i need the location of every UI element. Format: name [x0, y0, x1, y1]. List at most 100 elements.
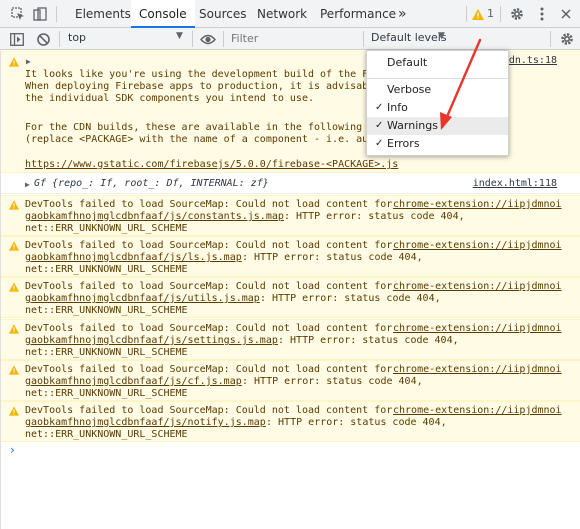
eye-icon[interactable] [199, 30, 217, 48]
checkmark-icon: ✓ [375, 138, 384, 149]
tab-sources[interactable]: Sources [191, 0, 254, 28]
console-warning-message: DevTools failed to load SourceMap: Could… [1, 360, 580, 401]
close-icon[interactable] [557, 5, 575, 23]
console-toolbar: top ▼ Default levels ▼ [0, 28, 580, 50]
tab-elements[interactable]: Elements [67, 0, 139, 28]
menu-divider [367, 78, 508, 79]
message-text: DevTools failed to load SourceMap: Could… [25, 240, 399, 251]
tab-divider [56, 6, 57, 22]
expand-triangle-icon[interactable]: ▶ [26, 56, 31, 68]
console-warning-message: DevTools failed to load SourceMap: Could… [1, 277, 580, 318]
toolbar-divider [550, 31, 551, 47]
message-text: net::ERR_UNKNOWN_URL_SCHEME [25, 223, 188, 234]
log-levels-menu: Default Verbose ✓ Info ✓ Warnings ✓ Errors [366, 50, 509, 156]
inspect-icon[interactable] [9, 5, 27, 23]
warning-icon [9, 200, 19, 210]
console-settings-icon[interactable] [558, 30, 576, 48]
device-toggle-icon[interactable] [31, 5, 49, 23]
expand-triangle-icon[interactable]: ▶ [25, 179, 30, 191]
message-text: net::ERR_UNKNOWN_URL_SCHEME [25, 305, 188, 316]
more-tabs-button[interactable]: » [390, 0, 415, 28]
tab-network[interactable]: Network [249, 0, 315, 28]
message-text: DevTools failed to load SourceMap: Could… [25, 405, 399, 416]
source-link[interactable]: dn.ts:18 [509, 55, 557, 67]
extension-url-link[interactable]: chrome-extension://iipjdmnoi [393, 364, 562, 376]
message-text: : HTTP error: status code 404, [260, 293, 441, 304]
menu-item-label: Errors [387, 137, 420, 150]
source-link[interactable]: index.html:118 [473, 178, 557, 190]
message-text: : HTTP error: status code 404, [242, 252, 423, 263]
gear-icon[interactable] [508, 5, 526, 23]
console-warning-message: DevTools failed to load SourceMap: Could… [1, 195, 580, 236]
tab-divider [500, 6, 501, 22]
console-warning-message: DevTools failed to load SourceMap: Could… [1, 319, 580, 360]
warning-icon [9, 57, 19, 67]
context-selector[interactable]: top [68, 31, 86, 44]
checkmark-icon: ✓ [375, 102, 384, 113]
extension-url-link[interactable]: gaobkamfhnojmglcdbnfaaf/js/ls.js.map [25, 252, 242, 264]
devtools-tab-bar: Elements Console Sources Network Perform… [0, 0, 580, 28]
message-text: When deploying Firebase apps to producti… [25, 81, 369, 92]
toolbar-divider [223, 31, 224, 47]
message-text: For the CDN builds, these are available … [25, 122, 369, 133]
log-levels-dropdown[interactable]: Default levels [371, 31, 447, 44]
console-log-message: ▶ Gf {repo_: If, root_: Df, INTERNAL: zf… [1, 174, 580, 194]
tab-console[interactable]: Console [131, 0, 195, 28]
kebab-menu-icon[interactable] [533, 5, 551, 23]
tab-divider [466, 6, 467, 22]
menu-item-info[interactable]: ✓ Info [367, 99, 508, 117]
message-text: DevTools failed to load SourceMap: Could… [25, 281, 399, 292]
toolbar-divider [363, 31, 364, 47]
firebase-cdn-link[interactable]: https://www.gstatic.com/firebasejs/5.0.0… [25, 159, 398, 171]
menu-item-label: Default [387, 56, 428, 69]
extension-url-link[interactable]: chrome-extension://iipjdmnoi [393, 281, 562, 293]
message-text: the individual SDK components you intend… [25, 93, 314, 104]
menu-item-label: Verbose [387, 83, 432, 96]
prompt-chevron-icon[interactable]: › [10, 443, 15, 457]
menu-item-errors[interactable]: ✓ Errors [367, 135, 508, 153]
extension-url-link[interactable]: chrome-extension://iipjdmnoi [393, 323, 562, 335]
chevron-down-icon[interactable]: ▼ [176, 31, 183, 41]
message-text: net::ERR_UNKNOWN_URL_SCHEME [25, 347, 188, 358]
object-preview[interactable]: Gf {repo_: If, root_: Df, INTERNAL: zf} [34, 178, 269, 190]
extension-url-link[interactable]: chrome-extension://iipjdmnoi [393, 405, 562, 417]
console-warning-message: DevTools failed to load SourceMap: Could… [1, 401, 580, 442]
warning-icon [9, 241, 19, 251]
warning-icon [9, 324, 19, 334]
warning-icon [9, 365, 19, 375]
checkmark-icon: ✓ [375, 120, 384, 131]
message-text: net::ERR_UNKNOWN_URL_SCHEME [25, 429, 188, 440]
warning-icon[interactable] [472, 5, 484, 23]
chevron-down-icon[interactable]: ▼ [438, 31, 445, 41]
extension-url-link[interactable]: gaobkamfhnojmglcdbnfaaf/js/notify.js.map [25, 417, 266, 429]
menu-item-warnings[interactable]: ✓ Warnings [367, 117, 508, 135]
extension-url-link[interactable]: gaobkamfhnojmglcdbnfaaf/js/settings.js.m… [25, 335, 278, 347]
message-text: DevTools failed to load SourceMap: Could… [25, 323, 399, 334]
message-text: : HTTP error: status code 404, [278, 335, 459, 346]
warning-icon [9, 406, 19, 416]
extension-url-link[interactable]: gaobkamfhnojmglcdbnfaaf/js/constants.js.… [25, 211, 284, 223]
message-text: It looks like you're using the developme… [25, 69, 369, 80]
extension-url-link[interactable]: gaobkamfhnojmglcdbnfaaf/js/cf.js.map [25, 376, 242, 388]
message-text: DevTools failed to load SourceMap: Could… [25, 199, 399, 210]
message-text: DevTools failed to load SourceMap: Could… [25, 364, 399, 375]
menu-item-default[interactable]: Default [367, 54, 508, 72]
warning-count[interactable]: 1 [487, 7, 494, 20]
menu-item-verbose[interactable]: Verbose [367, 81, 508, 99]
message-text: (replace <PACKAGE> with the name of a co… [25, 134, 369, 145]
message-text: net::ERR_UNKNOWN_URL_SCHEME [25, 388, 188, 399]
filter-input[interactable] [231, 30, 359, 47]
extension-url-link[interactable]: chrome-extension://iipjdmnoi [393, 240, 562, 252]
toolbar-divider [59, 31, 60, 47]
warning-icon [9, 282, 19, 292]
clear-console-icon[interactable] [34, 30, 52, 48]
extension-url-link[interactable]: gaobkamfhnojmglcdbnfaaf/js/utils.js.map [25, 293, 260, 305]
sidebar-toggle-icon[interactable] [8, 30, 26, 48]
extension-url-link[interactable]: chrome-extension://iipjdmnoi [393, 199, 562, 211]
message-text: : HTTP error: status code 404, [266, 417, 447, 428]
toolbar-divider [192, 31, 193, 47]
message-text: : HTTP error: status code 404, [284, 211, 465, 222]
message-text: net::ERR_UNKNOWN_URL_SCHEME [25, 264, 188, 275]
console-warning-message: DevTools failed to load SourceMap: Could… [1, 236, 580, 277]
message-text: : HTTP error: status code 404, [242, 376, 423, 387]
